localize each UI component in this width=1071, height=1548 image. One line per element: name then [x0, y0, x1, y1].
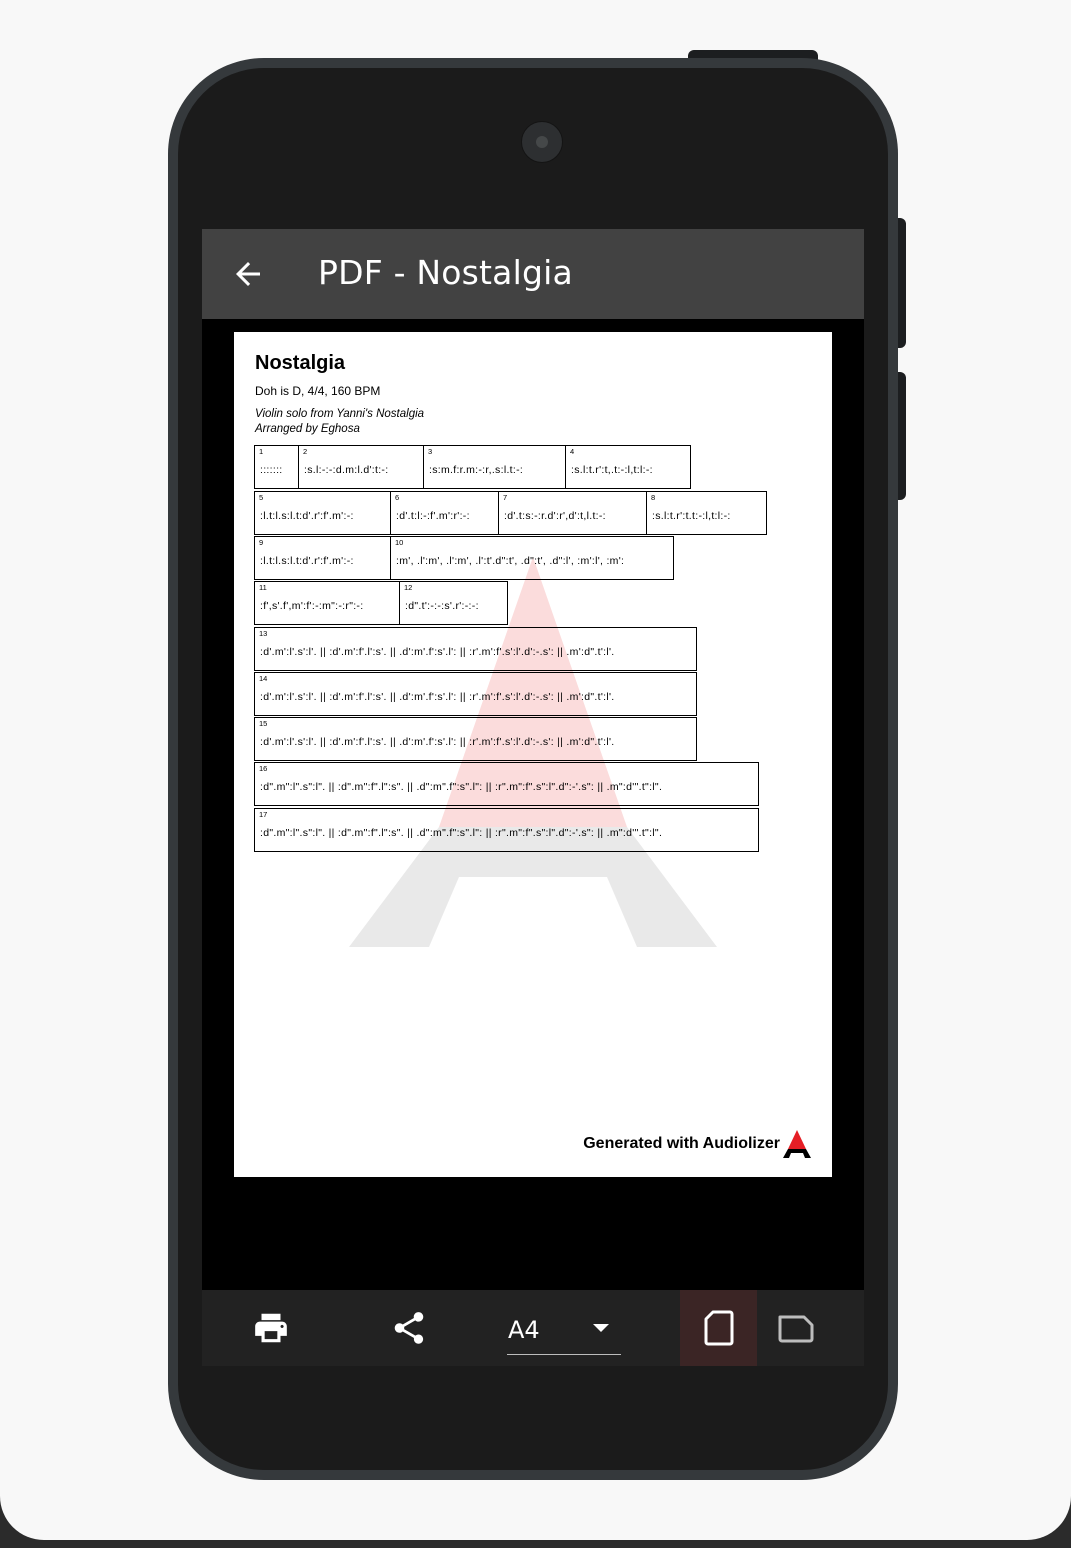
portrait-icon: [704, 1310, 733, 1346]
bar-number: 4: [570, 447, 575, 456]
generated-with-footer: Generated with Audiolizer: [583, 1129, 812, 1159]
footer-text: Generated with Audiolizer: [583, 1135, 780, 1152]
bar-notes: :s:m.f:r.m:-:r,.s:l.t:-:: [429, 464, 524, 476]
landscape-icon: [778, 1315, 813, 1343]
bar-notes: :l.t:l.s:l.t:d'.r':f'.m':-:: [260, 555, 354, 567]
chevron-down-icon: [593, 1324, 609, 1332]
bar-number: 7: [503, 493, 508, 502]
score-row: 17 :d".m":l".s":l". || :d".m":f".l":s". |…: [254, 808, 759, 852]
bar-notes: :d'.m':l'.s':l'. || :d'.m':f'.l':s'. || …: [260, 736, 615, 748]
bar-number: 6: [395, 493, 400, 502]
score-row: 11 :f',s'.f',m':f':-:m":-:r":-: 12 :d".t':…: [254, 581, 508, 625]
bar-cell: 13 :d'.m':l'.s':l'. || :d'.m':f'.l':s'. |…: [254, 627, 697, 671]
camera-icon: [521, 121, 563, 163]
bar-cell: 15 :d'.m':l'.s':l'. || :d'.m':f'.l':s'. |…: [254, 717, 697, 761]
print-icon: [255, 1313, 287, 1343]
score-row: 16 :d".m":l".s":l". || :d".m":f".l":s". |…: [254, 762, 759, 806]
bar-cell: 16 :d".m":l".s":l". || :d".m":f".l":s". |…: [254, 762, 759, 806]
bar-notes: :d".m":l".s":l". || :d".m":f".l":s". || …: [260, 827, 663, 839]
bar-notes: :d'.t:s:-:r.d':r',d':t,l.t:-:: [504, 510, 606, 522]
audiolizer-logo-icon: [783, 1130, 811, 1158]
bar-cell: 7 :d'.t:s:-:r.d':r',d':t,l.t:-:: [498, 491, 647, 535]
bar-notes: :d'.m':l'.s':l'. || :d'.m':f'.l':s'. || …: [260, 691, 615, 703]
pdf-page[interactable]: Nostalgia Doh is D, 4/4, 160 BPM Violin …: [234, 332, 832, 1177]
bar-notes: :d'.m':l'.s':l'. || :d'.m':f'.l':s'. || …: [260, 646, 615, 658]
paper-size-value: A4: [508, 1316, 540, 1344]
document-subtitle: Violin solo from Yanni's Nostalgia Arran…: [255, 407, 424, 437]
share-icon: [394, 1312, 424, 1344]
bar-cell: 8 :s.l:t.r':t.t:-:l,t:l:-:: [646, 491, 767, 535]
landscape-orientation-button[interactable]: [757, 1290, 834, 1366]
back-arrow-icon[interactable]: [230, 256, 266, 292]
bar-notes: :d".t':-:-:s'.r':-:-:: [405, 600, 479, 612]
score-row: 14 :d'.m':l'.s':l'. || :d'.m':f'.l':s'. |…: [254, 672, 697, 716]
bar-cell: 2 :s.l:-:-:d.m:l.d':t:-:: [298, 445, 424, 489]
bar-number: 13: [259, 629, 268, 638]
bar-cell: 12 :d".t':-:-:s'.r':-:-:: [399, 581, 508, 625]
bar-number: 1: [259, 447, 264, 456]
subtitle-line: Violin solo from Yanni's Nostalgia: [255, 408, 425, 420]
score-row: 9 :l.t:l.s:l.t:d'.r':f'.m':-: 10 :m', .l':…: [254, 536, 674, 580]
bar-notes: :d'.t:l:-:f'.m':r':-:: [396, 510, 470, 522]
bar-cell: 5 :l.t:l.s:l.t:d'.r':f'.m':-:: [254, 491, 391, 535]
score-row: 1::::::: 2:s.l:-:-:d.m:l.d':t:-: 3:s:m.f…: [254, 445, 691, 489]
bar-number: 9: [259, 538, 264, 547]
bar-number: 17: [259, 810, 268, 819]
bar-number: 8: [651, 493, 656, 502]
bar-number: 16: [259, 764, 268, 773]
document-title: Nostalgia: [255, 352, 346, 374]
bar-notes: :f',s'.f',m':f':-:m":-:r":-:: [260, 600, 364, 612]
bar-cell: 10 :m', .l':m', .l':m', .l':t'.d":t', .d"…: [390, 536, 674, 580]
subtitle-line: Arranged by Eghosa: [255, 423, 360, 435]
bottom-toolbar: A4: [202, 1290, 864, 1366]
app-bar: PDF - Nostalgia: [202, 229, 864, 319]
bar-notes: :s.l:-:-:d.m:l.d':t:-:: [304, 464, 389, 476]
share-button[interactable]: [370, 1290, 448, 1366]
paper-size-dropdown[interactable]: A4: [507, 1290, 621, 1366]
portrait-orientation-button[interactable]: [680, 1290, 757, 1366]
bar-notes: :::::::: [260, 464, 283, 476]
bar-number: 2: [303, 447, 308, 456]
score-row: 5 :l.t:l.s:l.t:d'.r':f'.m':-: 6 :d'.t:l:-:…: [254, 491, 767, 535]
bar-notes: :s.l:t.r':t,.t:-:l,t:l:-:: [571, 464, 653, 476]
document-meta: Doh is D, 4/4, 160 BPM: [255, 384, 381, 398]
bar-number: 12: [404, 583, 413, 592]
bar-cell: 17 :d".m":l".s":l". || :d".m":f".l":s". |…: [254, 808, 759, 852]
print-button[interactable]: [232, 1290, 310, 1366]
bar-cell: 3 :s:m.f:r.m:-:r,.s:l.t:-:: [423, 445, 566, 489]
bar-number: 14: [259, 674, 268, 683]
bar-number: 5: [259, 493, 264, 502]
bar-cell: 11 :f',s'.f',m':f':-:m":-:r":-:: [254, 581, 400, 625]
bar-number: 10: [395, 538, 404, 547]
bar-notes: :l.t:l.s:l.t:d'.r':f'.m':-:: [260, 510, 354, 522]
score-row: 13 :d'.m':l'.s':l'. || :d'.m':f'.l':s'. |…: [254, 627, 697, 671]
bar-cell: 6 :d'.t:l:-:f'.m':r':-:: [390, 491, 499, 535]
bar-notes: :m', .l':m', .l':m', .l':t'.d":t', .d":t…: [396, 555, 625, 567]
bar-cell: 9 :l.t:l.s:l.t:d'.r':f'.m':-:: [254, 536, 391, 580]
bar-number: 11: [259, 583, 267, 592]
bar-notes: :s.l:t.r':t.t:-:l,t:l:-:: [652, 510, 731, 522]
bar-number: 15: [259, 719, 268, 728]
bar-number: 3: [428, 447, 433, 456]
bar-cell: 1:::::::: [254, 445, 299, 489]
screen: PDF - Nostalgia Nostalgia Doh is D, 4/4,…: [202, 229, 864, 1366]
page-title: PDF - Nostalgia: [318, 253, 573, 292]
dropdown-underline: [507, 1354, 621, 1355]
score-row: 15 :d'.m':l'.s':l'. || :d'.m':f'.l':s'. |…: [254, 717, 697, 761]
bar-cell: 4 :s.l:t.r':t,.t:-:l,t:l:-:: [565, 445, 691, 489]
bar-notes: :d".m":l".s":l". || :d".m":f".l":s". || …: [260, 781, 663, 793]
bar-cell: 14 :d'.m':l'.s':l'. || :d'.m':f'.l':s'. |…: [254, 672, 697, 716]
